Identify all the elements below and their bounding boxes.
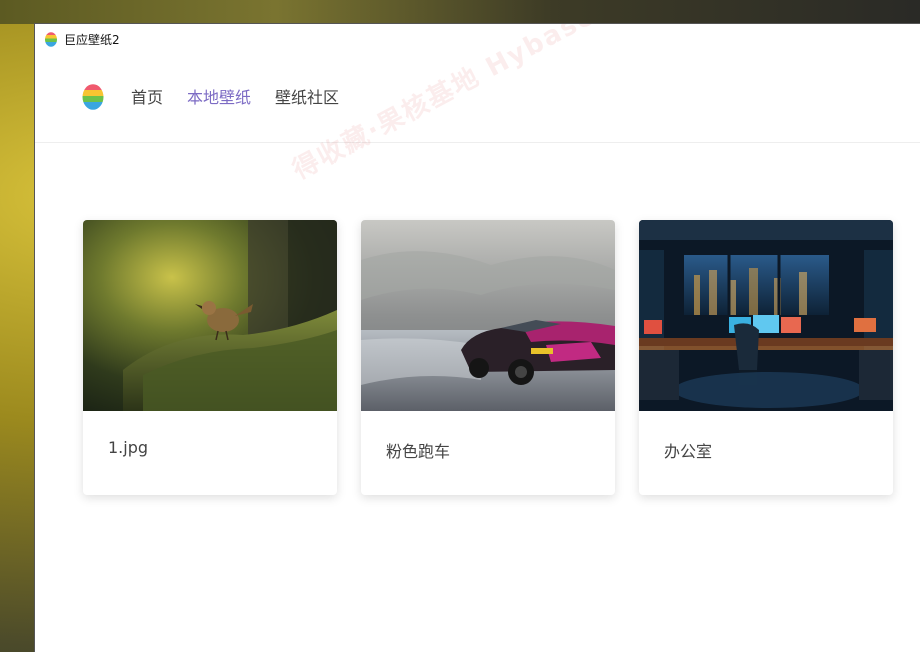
- wallpaper-thumbnail-car: [361, 220, 615, 411]
- wallpaper-name: 1.jpg: [108, 438, 149, 457]
- wallpaper-card[interactable]: 办公室: [639, 220, 893, 495]
- rainbow-egg-logo[interactable]: [82, 82, 104, 110]
- desktop-background: [0, 0, 920, 24]
- nav-home[interactable]: 首页: [131, 84, 163, 108]
- top-navigation: 首页 本地壁纸 壁纸社区: [35, 54, 920, 143]
- wallpaper-card[interactable]: 粉色跑车: [361, 220, 615, 495]
- wallpaper-card[interactable]: 1.jpg: [83, 220, 337, 495]
- wallpaper-grid: 1.jpg 粉色跑车 办公室: [83, 220, 917, 495]
- title-bar[interactable]: 巨应壁纸2: [35, 24, 920, 54]
- wallpaper-thumbnail-bird: [83, 220, 337, 411]
- wallpaper-name: 粉色跑车: [386, 442, 451, 461]
- wallpaper-thumbnail-office: [639, 220, 893, 411]
- app-window: 巨应壁纸2 首页 本地壁纸 壁纸社区 1.jpg 粉色跑车 办公室 得收藏·果核…: [34, 23, 920, 652]
- rainbow-egg-icon: [45, 32, 57, 47]
- wallpaper-name: 办公室: [664, 442, 713, 461]
- window-title: 巨应壁纸2: [64, 32, 120, 47]
- nav-local-wallpapers[interactable]: 本地壁纸: [187, 84, 251, 108]
- nav-wallpaper-community[interactable]: 壁纸社区: [275, 84, 339, 108]
